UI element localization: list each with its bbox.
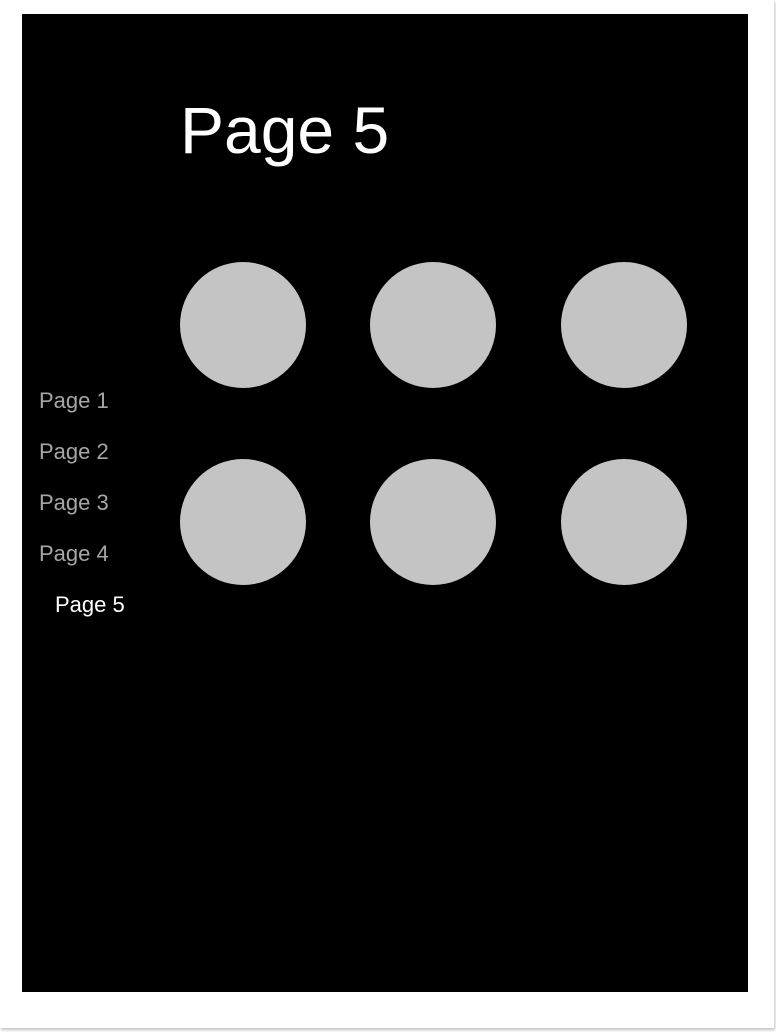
page-navigation: Page 1 Page 2 Page 3 Page 4 Page 5 xyxy=(22,14,172,992)
page-title: Page 5 xyxy=(180,93,390,167)
grid-tile[interactable] xyxy=(561,262,687,388)
nav-item-page-2[interactable]: Page 2 xyxy=(39,438,109,466)
nav-item-page-4[interactable]: Page 4 xyxy=(39,540,109,568)
grid-tile[interactable] xyxy=(180,459,306,585)
grid-tile[interactable] xyxy=(370,459,496,585)
nav-item-page-3[interactable]: Page 3 xyxy=(39,489,109,517)
device-frame: Page 5 Page 1 Page 2 Page 3 Page 4 Page … xyxy=(0,0,774,1028)
grid-tile[interactable] xyxy=(561,459,687,585)
app-screen: Page 5 Page 1 Page 2 Page 3 Page 4 Page … xyxy=(22,14,748,992)
nav-item-page-5[interactable]: Page 5 xyxy=(55,591,125,619)
grid-tile[interactable] xyxy=(370,262,496,388)
grid-tile[interactable] xyxy=(180,262,306,388)
nav-item-page-1[interactable]: Page 1 xyxy=(39,387,109,415)
